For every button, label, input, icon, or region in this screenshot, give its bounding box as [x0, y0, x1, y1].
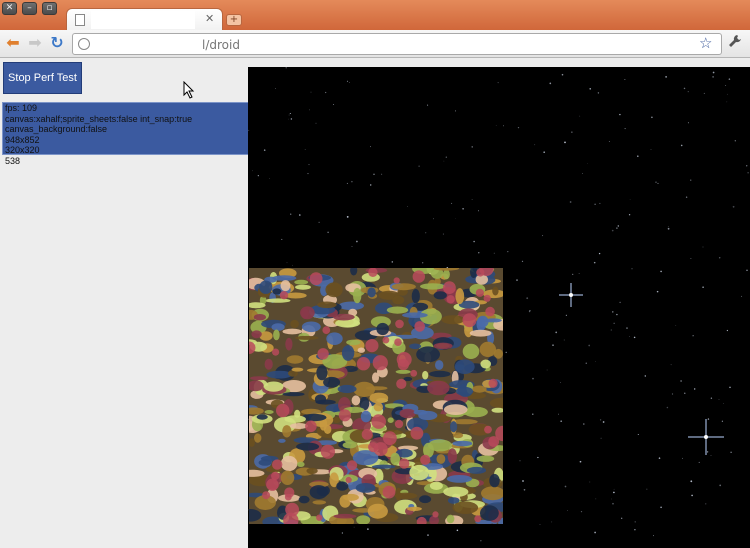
sprite-cluster: [249, 268, 503, 524]
new-tab-button[interactable]: +: [226, 14, 242, 26]
browser-tab[interactable]: ✕: [66, 8, 223, 31]
game-canvas[interactable]: [248, 67, 750, 548]
page-icon: [75, 14, 85, 26]
bookmark-star-icon[interactable]: ☆: [699, 34, 712, 52]
stop-perf-test-button[interactable]: Stop Perf Test: [3, 62, 82, 94]
minimize-window-icon[interactable]: –: [22, 2, 37, 15]
wrench-menu-icon[interactable]: [728, 34, 742, 52]
globe-icon: [78, 38, 90, 50]
address-mask: [93, 35, 205, 53]
tab-title: [91, 11, 195, 29]
forward-arrow-icon[interactable]: ➡: [26, 34, 44, 52]
browser-toolbar: ⬅ ➡ ↻ l/droid ☆: [0, 30, 750, 58]
mouse-cursor-icon: [183, 81, 195, 99]
maximize-window-icon[interactable]: ▫: [42, 2, 57, 15]
address-url[interactable]: l/droid: [202, 35, 240, 55]
tab-close-icon[interactable]: ✕: [205, 12, 214, 25]
page-content: Stop Perf Test fps: 109 canvas:xahalf;sp…: [0, 59, 750, 548]
flare-star: [559, 283, 583, 307]
flare-star: [688, 419, 724, 455]
back-arrow-icon[interactable]: ⬅: [4, 34, 22, 52]
reload-icon[interactable]: ↻: [48, 34, 66, 52]
address-bar[interactable]: l/droid ☆: [72, 33, 722, 55]
close-window-icon[interactable]: ✕: [2, 2, 17, 15]
window-titlebar: ✕ – ▫ ✕ +: [0, 0, 750, 31]
